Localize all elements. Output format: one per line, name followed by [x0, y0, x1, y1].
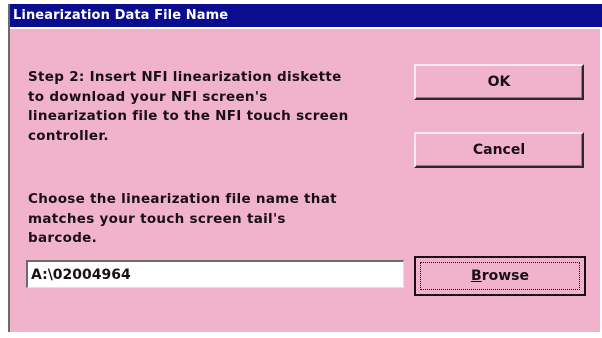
file-name-input[interactable]: [26, 260, 404, 288]
instruction-line: barcode.: [28, 230, 98, 246]
instruction-line: controller.: [28, 127, 109, 144]
browse-label-rest: rowse: [481, 268, 529, 284]
window-title: Linearization Data File Name: [13, 8, 229, 23]
browse-button-label: Browse: [471, 268, 529, 284]
browse-button[interactable]: Browse: [414, 256, 586, 296]
instruction-line: linearization file to the NFI touch scre…: [28, 108, 349, 124]
instruction-line: matches your touch screen tail's: [28, 210, 286, 227]
cancel-button[interactable]: Cancel: [414, 132, 584, 168]
title-bar[interactable]: Linearization Data File Name: [10, 4, 602, 29]
step-instructions: Step 2: Insert NFI linearization diskett…: [28, 68, 388, 146]
instruction-line: to download your NFI screen's: [28, 88, 268, 105]
choose-file-instructions: Choose the linearization file name that …: [28, 190, 388, 249]
instruction-line: Step 2: Insert NFI linearization diskett…: [28, 69, 342, 85]
ok-button[interactable]: OK: [414, 64, 584, 100]
dialog-window: Linearization Data File Name Step 2: Ins…: [8, 4, 602, 332]
browse-mnemonic: B: [471, 268, 482, 284]
instruction-line: Choose the linearization file name that: [28, 191, 337, 207]
